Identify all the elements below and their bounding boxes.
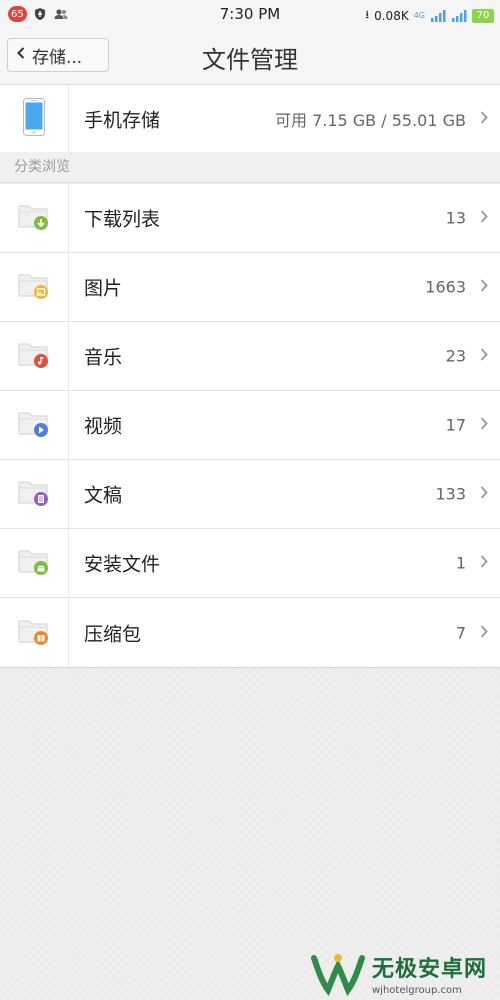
chevron-right-icon (480, 109, 488, 128)
page-title: 文件管理 (202, 46, 298, 74)
category-row-apks[interactable]: 安装文件 1 (0, 529, 500, 598)
status-right: ⭳ 0.08K 4G 70 (365, 6, 494, 25)
video-folder-icon (17, 408, 51, 442)
row-icon-cell (0, 529, 69, 597)
category-count: 23 (445, 346, 466, 366)
archive-folder-icon (17, 616, 51, 650)
category-label: 安装文件 (84, 553, 161, 576)
watermark-url: wjhotelgroup.com (372, 984, 462, 996)
row-icon-cell (0, 598, 69, 667)
watermark-title: 无极安卓网 (372, 956, 488, 982)
category-label: 视频 (84, 415, 123, 438)
category-row-archives[interactable]: 压缩包 7 (0, 598, 500, 667)
phone-icon (23, 97, 45, 140)
network-speed: 0.08K (374, 8, 409, 23)
download-folder-icon (17, 201, 51, 235)
battery-indicator: 70 (472, 8, 494, 23)
category-count: 17 (445, 415, 466, 435)
watermark-text: 无极安卓网 wjhotelgroup.com (372, 951, 487, 996)
category-list: 下载列表 13 图片 1663 音乐 23 视频 17 文稿 133 安装文件 … (0, 184, 500, 668)
category-count: 133 (435, 484, 466, 504)
category-count: 13 (445, 208, 466, 228)
category-label: 压缩包 (84, 623, 142, 645)
storage-value: 可用 7.15 GB / 55.01 GB (274, 110, 466, 130)
category-count: 1663 (425, 277, 466, 297)
category-label: 下载列表 (84, 208, 161, 231)
category-label: 文稿 (84, 484, 123, 507)
chevron-right-icon (480, 485, 488, 504)
chevron-right-icon (480, 416, 488, 435)
category-row-documents[interactable]: 文稿 133 (0, 460, 500, 529)
download-speed-icon: ⭳ (365, 8, 370, 21)
image-folder-icon (17, 270, 51, 304)
category-row-music[interactable]: 音乐 23 (0, 322, 500, 391)
status-bar: 65 7:30 PM ⭳ 0.08K 4G 70 (0, 0, 500, 30)
category-label: 音乐 (84, 346, 123, 369)
category-count: 1 (455, 553, 466, 573)
phone-storage-row[interactable]: 手机存储 可用 7.15 GB / 55.01 GB (0, 85, 500, 153)
row-icon-cell (0, 322, 69, 390)
chevron-right-icon (480, 623, 488, 642)
document-folder-icon (17, 477, 51, 511)
music-folder-icon (17, 339, 51, 373)
signal-icon (430, 9, 446, 22)
watermark: 无极安卓网 wjhotelgroup.com (308, 950, 496, 997)
android-folder-icon (17, 546, 51, 580)
row-icon-cell (0, 184, 69, 252)
chevron-right-icon (480, 347, 488, 366)
storage-label: 手机存储 (84, 109, 161, 131)
row-icon-cell (0, 253, 69, 321)
category-count: 7 (455, 623, 466, 642)
signal-2-icon (451, 9, 467, 22)
header: 存储... 文件管理 (0, 30, 500, 85)
row-icon-cell (0, 85, 69, 152)
category-row-images[interactable]: 图片 1663 (0, 253, 500, 322)
row-icon-cell (0, 391, 69, 459)
watermark-logo-icon (308, 950, 368, 997)
category-row-videos[interactable]: 视频 17 (0, 391, 500, 460)
chevron-right-icon (480, 209, 488, 228)
category-label: 图片 (84, 277, 123, 300)
chevron-right-icon (480, 278, 488, 297)
network-type: 4G (413, 11, 425, 20)
chevron-right-icon (480, 554, 488, 573)
category-row-downloads[interactable]: 下载列表 13 (0, 184, 500, 253)
row-icon-cell (0, 460, 69, 528)
section-header: 分类浏览 (0, 152, 500, 183)
